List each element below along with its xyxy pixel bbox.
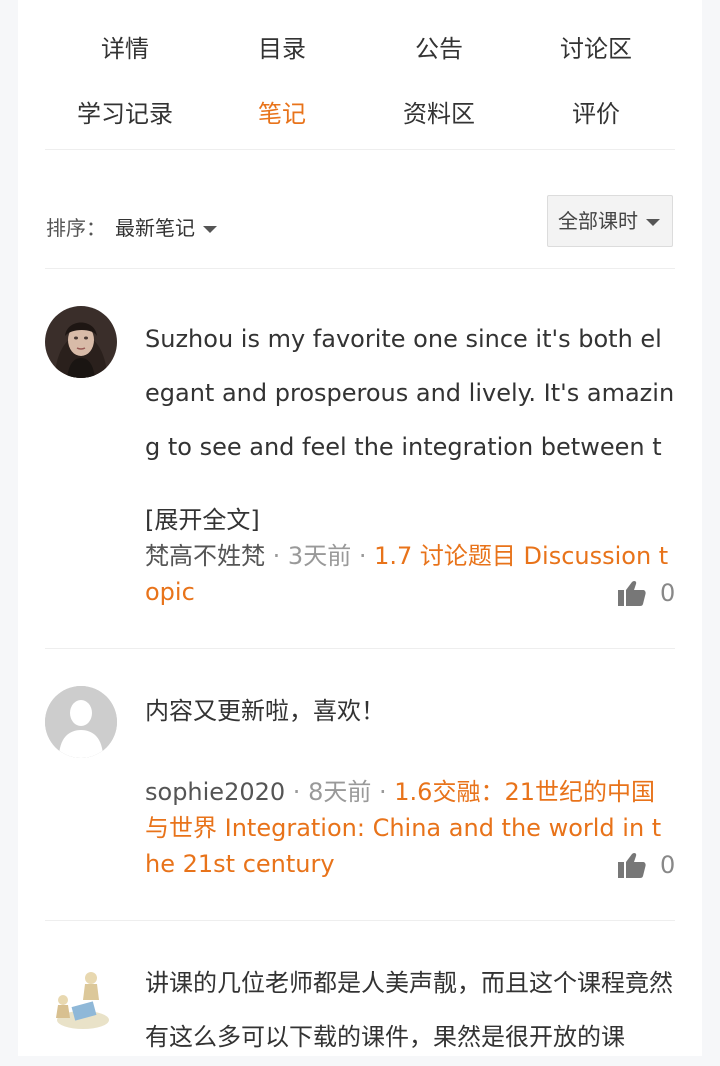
- like-count: 0: [660, 851, 676, 879]
- divider: [45, 268, 675, 269]
- tab-details[interactable]: 详情: [45, 34, 205, 64]
- sort-dropdown[interactable]: 最新笔记: [115, 212, 217, 241]
- thumbs-up-icon: [618, 852, 646, 878]
- author-name[interactable]: sophie2020: [145, 778, 285, 806]
- avatar[interactable]: [45, 686, 117, 758]
- lesson-filter-dropdown[interactable]: 全部课时: [547, 195, 673, 247]
- separator: ·: [358, 542, 367, 570]
- note-content: 内容又更新啦，喜欢！: [145, 697, 385, 725]
- like-button[interactable]: 0: [618, 578, 675, 608]
- divider: [45, 920, 675, 921]
- tab-learning-record[interactable]: 学习记录: [45, 99, 205, 129]
- note-time: 3天前: [287, 542, 352, 570]
- divider: [45, 149, 675, 150]
- tab-materials[interactable]: 资料区: [359, 99, 519, 129]
- separator: ·: [272, 542, 281, 570]
- note-content: Suzhou is my favorite one since it's bot…: [145, 325, 675, 461]
- divider: [45, 648, 675, 649]
- avatar[interactable]: [45, 306, 117, 378]
- avatar[interactable]: [45, 964, 117, 1036]
- like-button[interactable]: 0: [618, 850, 675, 880]
- sort-value: 最新笔记: [115, 216, 195, 240]
- separator: ·: [292, 778, 301, 806]
- caret-down-icon: [646, 219, 660, 226]
- thumbs-up-icon: [618, 580, 646, 606]
- sort-label: 排序：: [46, 216, 106, 240]
- like-count: 0: [660, 579, 676, 607]
- note-content: 讲课的几位老师都是人美声靓，而且这个课程竟然有这么多可以下载的课件，果然是很开放…: [145, 969, 673, 1051]
- lesson-filter-value: 全部课时: [558, 209, 638, 233]
- note-meta: 梵高不姓梵 · 3天前 · 1.7 讨论题目 Discussion topic: [145, 538, 675, 610]
- expand-full-text-link[interactable]: [展开全文]: [145, 504, 260, 536]
- note-meta: sophie2020 · 8天前 · 1.6交融：21世纪的中国与世界 Inte…: [145, 774, 675, 882]
- author-name[interactable]: 梵高不姓梵: [145, 542, 265, 570]
- tab-announcements[interactable]: 公告: [359, 34, 519, 64]
- tab-notes[interactable]: 笔记: [202, 99, 362, 129]
- separator: ·: [379, 778, 387, 806]
- notes-panel: 详情 目录 公告 讨论区 学习记录 笔记 资料区 评价 排序： 最新笔记 全部课…: [18, 0, 702, 1056]
- tab-reviews[interactable]: 评价: [516, 99, 676, 129]
- tab-discussion[interactable]: 讨论区: [516, 34, 676, 64]
- tab-catalog[interactable]: 目录: [202, 34, 362, 64]
- caret-down-icon: [203, 226, 217, 233]
- note-time: 8天前: [308, 778, 372, 806]
